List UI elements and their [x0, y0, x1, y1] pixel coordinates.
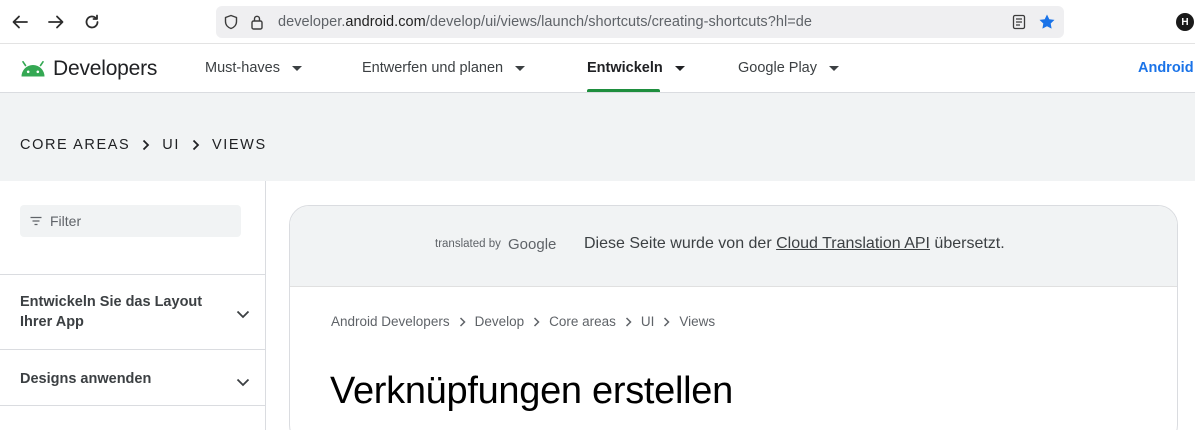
- section-breadcrumb: CORE AREAS UI VIEWS: [20, 137, 267, 153]
- nav-label: Must-haves: [205, 60, 280, 76]
- nav-entwickeln[interactable]: Entwickeln: [587, 60, 685, 76]
- filter-icon: [30, 216, 42, 226]
- nav-label: Entwickeln: [587, 60, 663, 76]
- chevron-right-icon: [192, 139, 200, 151]
- nav-entwerfen-und-planen[interactable]: Entwerfen und planen: [362, 60, 526, 76]
- crumb-ui[interactable]: UI: [641, 314, 655, 329]
- caret-down-icon: [674, 65, 685, 71]
- filter-placeholder: Filter: [50, 213, 82, 229]
- android-head-icon: [21, 61, 45, 77]
- logo-text: Developers: [53, 57, 158, 80]
- band-crumb-ui[interactable]: UI: [162, 137, 180, 153]
- page-title: Verknüpfungen erstellen: [330, 370, 733, 412]
- browser-toolbar: developer.android.com/develop/ui/views/l…: [0, 0, 1195, 44]
- url-text[interactable]: developer.android.com/develop/ui/views/l…: [278, 14, 812, 30]
- sidebar-item-label: Entwickeln Sie das Layout Ihrer App: [20, 294, 203, 330]
- chevron-down-icon[interactable]: [236, 374, 250, 392]
- cloud-translation-api-link[interactable]: Cloud Translation API: [776, 235, 930, 252]
- page-breadcrumb: Android Developers Develop Core areas UI…: [331, 314, 715, 329]
- chevron-right-icon: [625, 316, 632, 327]
- url-host: android.com: [345, 14, 426, 30]
- nav-must-haves[interactable]: Must-haves: [205, 60, 302, 76]
- caret-down-icon: [829, 65, 839, 71]
- nav-label: Entwerfen und planen: [362, 60, 504, 76]
- chevron-right-icon: [533, 316, 540, 327]
- nav-google-play[interactable]: Google Play: [738, 60, 839, 76]
- url-prefix: developer.: [278, 14, 346, 30]
- reload-icon[interactable]: [80, 10, 104, 34]
- translation-message: Diese Seite wurde von der Cloud Translat…: [584, 235, 1005, 253]
- section-band: CORE AREAS UI VIEWS: [0, 93, 1195, 181]
- crumb-develop[interactable]: Develop: [475, 314, 525, 329]
- translation-banner: translated by Google Diese Seite wurde v…: [290, 206, 1177, 287]
- caret-down-icon: [515, 65, 526, 71]
- sidebar-item-layout[interactable]: Entwickeln Sie das Layout Ihrer App: [0, 274, 265, 350]
- back-arrow-icon[interactable]: [8, 10, 32, 34]
- caret-down-icon: [291, 65, 302, 71]
- band-crumb-core-areas[interactable]: CORE AREAS: [20, 137, 130, 153]
- chevron-right-icon: [459, 316, 466, 327]
- sidebar: Filter Entwickeln Sie das Layout Ihrer A…: [0, 181, 266, 430]
- crumb-views[interactable]: Views: [679, 314, 715, 329]
- lock-icon[interactable]: [248, 13, 266, 31]
- shield-icon[interactable]: [222, 13, 240, 31]
- nav-label: Google Play: [738, 60, 817, 76]
- url-path: /develop/ui/views/launch/shortcuts/creat…: [425, 14, 812, 30]
- developers-logo[interactable]: Developers: [20, 57, 157, 81]
- google-logo-text: Google: [508, 236, 557, 253]
- site-header: Developers Must-haves Entwerfen und plan…: [0, 45, 1195, 93]
- reader-view-icon[interactable]: [1010, 13, 1028, 31]
- profile-avatar[interactable]: H: [1176, 13, 1194, 31]
- content-card: translated by Google Diese Seite wurde v…: [289, 205, 1178, 430]
- filter-input[interactable]: Filter: [20, 205, 241, 237]
- sidebar-item-designs[interactable]: Designs anwenden: [0, 349, 265, 406]
- chevron-right-icon: [663, 316, 670, 327]
- crumb-android-developers[interactable]: Android Developers: [331, 314, 450, 329]
- address-bar[interactable]: developer.android.com/develop/ui/views/l…: [216, 6, 1064, 38]
- forward-arrow-icon[interactable]: [44, 10, 68, 34]
- translation-msg-suffix: übersetzt.: [929, 235, 1005, 252]
- crumb-core-areas[interactable]: Core areas: [549, 314, 616, 329]
- android-link[interactable]: Android: [1138, 60, 1194, 76]
- profile-initial: H: [1181, 16, 1189, 28]
- bookmark-star-icon[interactable]: [1038, 13, 1056, 31]
- band-crumb-views[interactable]: VIEWS: [212, 137, 267, 153]
- sidebar-item-label: Designs anwenden: [20, 371, 152, 387]
- active-nav-indicator: [587, 89, 660, 92]
- chevron-down-icon[interactable]: [236, 306, 250, 324]
- translation-msg-prefix: Diese Seite wurde von der: [584, 235, 777, 252]
- chevron-right-icon: [142, 139, 150, 151]
- translated-by-label: translated by: [435, 238, 501, 250]
- sidebar-item-partial[interactable]: [0, 405, 265, 430]
